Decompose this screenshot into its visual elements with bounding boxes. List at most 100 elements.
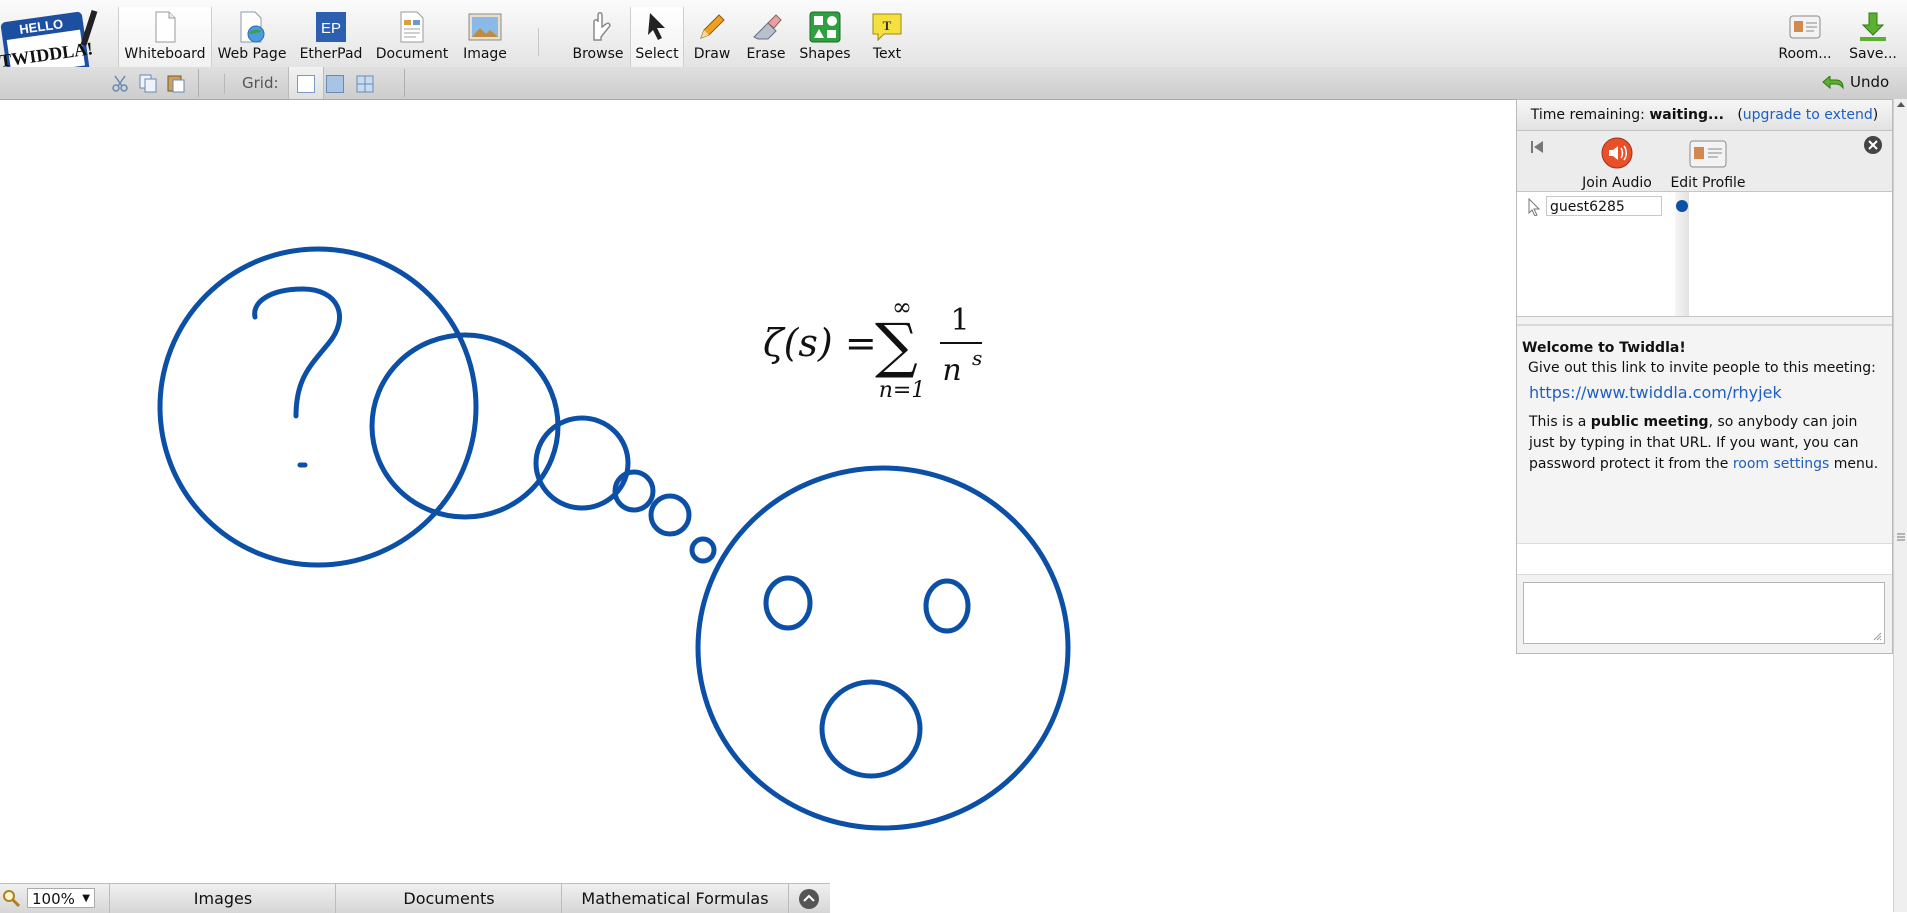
face-mouth	[819, 679, 923, 779]
collapse-left-icon[interactable]	[1529, 139, 1545, 155]
page-icon	[155, 11, 176, 43]
user-color-dot[interactable]	[1676, 200, 1688, 212]
formula-denominator: n	[942, 353, 961, 388]
audio-profile-bar: Join Audio Edit Profile	[1517, 131, 1892, 192]
id-card-icon	[1789, 15, 1821, 39]
time-remaining-bar: Time remaining: waiting... (upgrade to e…	[1517, 100, 1892, 131]
tool-etherpad-label: EtherPad	[299, 46, 363, 62]
edit-toolbar: Grid: Undo	[0, 67, 1907, 100]
etherpad-icon: EP	[316, 12, 346, 42]
tool-text-label: Text	[872, 46, 902, 62]
chat-input[interactable]	[1523, 582, 1885, 644]
tool-image[interactable]: Image	[460, 10, 510, 62]
tool-shapes-label: Shapes	[799, 46, 851, 62]
username-field[interactable]: guest6285	[1546, 196, 1662, 216]
svg-text:T: T	[883, 18, 892, 33]
time-value: waiting...	[1649, 107, 1724, 123]
copy-icon[interactable]	[138, 73, 158, 93]
question-mark-curve	[252, 286, 342, 419]
formula-lhs: ζ(s) =	[763, 321, 877, 365]
shapes-icon	[809, 11, 841, 43]
document-icon	[400, 11, 424, 43]
formula-fraction-bar	[940, 342, 982, 344]
splitter-grip-icon[interactable]	[1896, 531, 1906, 543]
time-label: Time remaining:	[1530, 107, 1645, 123]
tool-erase[interactable]: Erase	[740, 10, 792, 62]
main-toolbar: HELLO TWIDDLA! Whiteboard Web Page EP Et…	[0, 0, 1907, 84]
invite-text: Give out this link to invite people to t…	[1528, 360, 1876, 376]
tool-select-label: Select	[635, 46, 679, 62]
tool-browse-label: Browse	[572, 46, 624, 62]
tool-document[interactable]: Document	[372, 10, 452, 62]
page-scrollbar[interactable]	[1893, 99, 1907, 912]
room-label: Room...	[1778, 46, 1832, 62]
grid-none-button[interactable]	[288, 67, 324, 99]
tool-shapes[interactable]: Shapes	[796, 10, 854, 62]
tool-text[interactable]: T Text	[862, 10, 912, 62]
pencil-icon	[700, 14, 725, 39]
svg-text:EP: EP	[321, 20, 341, 37]
room-button[interactable]: Room...	[1776, 10, 1834, 62]
tool-etherpad[interactable]: EP EtherPad	[296, 10, 366, 62]
scroll-up-icon[interactable]	[1896, 99, 1906, 109]
resize-grip-icon[interactable]	[1872, 631, 1882, 641]
grid-small-icon[interactable]	[326, 75, 344, 93]
face-left-eye	[763, 575, 813, 631]
edit-profile-button[interactable]: Edit Profile	[1665, 137, 1751, 191]
close-panel-icon[interactable]	[1863, 135, 1883, 155]
tool-browse[interactable]: Browse	[570, 10, 626, 62]
subbar-divider	[198, 69, 199, 97]
join-audio-button[interactable]: Join Audio	[1577, 137, 1657, 191]
edit-profile-label: Edit Profile	[1670, 175, 1746, 191]
speaker-icon	[1601, 137, 1633, 169]
chevron-up-icon	[799, 889, 819, 909]
tab-mathematical-formulas[interactable]: Mathematical Formulas	[561, 884, 788, 913]
thought-bubble-dot-3	[689, 536, 717, 564]
zoom-select[interactable]: 100% ▼	[27, 888, 95, 908]
user-list: guest6285	[1517, 192, 1892, 317]
thought-bubble-dot-2	[648, 493, 692, 537]
subbar-divider	[404, 69, 405, 97]
public-meeting-text: This is a public meeting, so anybody can…	[1529, 414, 1879, 472]
meeting-url-link[interactable]: https://www.twiddla.com/rhyjek	[1529, 383, 1782, 402]
thought-bubble-large	[157, 246, 479, 568]
tool-webpage[interactable]: Web Page	[216, 10, 288, 62]
whiteboard-canvas[interactable]: ζ(s) = ∑ ∞ n=1 1 n s	[0, 99, 1515, 883]
public-meeting-bold: public meeting	[1590, 414, 1709, 430]
cut-icon[interactable]	[110, 73, 130, 93]
formula-sigma: ∑	[875, 311, 918, 381]
face-right-eye	[923, 578, 971, 634]
welcome-message: Welcome to Twiddla! Give out this link t…	[1517, 324, 1892, 544]
tool-image-label: Image	[463, 46, 507, 62]
tool-select[interactable]: Select	[630, 7, 684, 67]
room-settings-link[interactable]: room settings	[1733, 456, 1830, 472]
upgrade-link[interactable]: upgrade to extend	[1743, 107, 1873, 123]
save-button[interactable]: Save...	[1846, 10, 1900, 62]
tool-document-label: Document	[375, 46, 449, 62]
welcome-title: Welcome to Twiddla!	[1522, 340, 1686, 356]
pointer-icon	[1528, 198, 1541, 216]
tool-erase-label: Erase	[746, 46, 786, 62]
formula-upper-limit: ∞	[892, 293, 912, 321]
grid-label: Grid:	[242, 74, 279, 92]
arrow-cursor-icon	[648, 13, 665, 40]
zeta-formula: ζ(s) = ∑ ∞ n=1 1 n s	[763, 293, 982, 403]
tab-images[interactable]: Images	[109, 884, 336, 913]
thought-bubble-medium	[369, 332, 561, 520]
grid-large-icon[interactable]	[356, 75, 374, 93]
save-label: Save...	[1849, 46, 1897, 62]
tool-whiteboard-label: Whiteboard	[124, 46, 206, 62]
tab-documents[interactable]: Documents	[335, 884, 562, 913]
text-bubble-icon: T	[872, 13, 902, 42]
paste-icon[interactable]	[166, 73, 186, 93]
undo-label: Undo	[1850, 73, 1890, 91]
whiteboard-drawing: ζ(s) = ∑ ∞ n=1 1 n s	[157, 246, 1071, 831]
bottom-gallery-bar: 100% ▼ Images Documents Mathematical For…	[0, 883, 830, 913]
collapse-gallery-button[interactable]	[788, 884, 831, 913]
formula-lower-limit: n=1	[879, 378, 926, 403]
picture-icon	[468, 13, 502, 41]
tool-draw[interactable]: Draw	[686, 10, 738, 62]
zoom-value: 100%	[32, 890, 75, 908]
tool-whiteboard[interactable]: Whiteboard	[118, 7, 212, 67]
globe-page-icon	[240, 11, 265, 43]
